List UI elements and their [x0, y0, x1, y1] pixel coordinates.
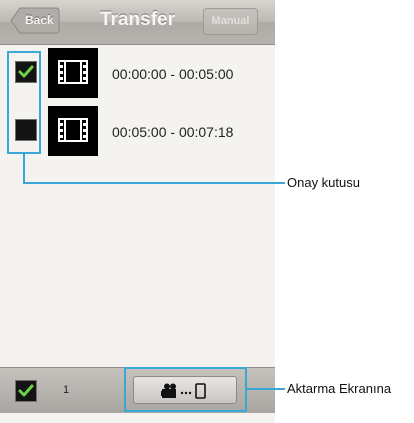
time-range: 00:00:00 - 00:05:00: [112, 66, 234, 82]
select-all-checkbox[interactable]: [15, 380, 37, 402]
phone-screen: Back Transfer Manual 00:00:00 - 00:05:00…: [0, 0, 275, 423]
page-title: Transfer: [100, 9, 175, 30]
transfer-callout-frame: [124, 367, 247, 412]
film-icon: [58, 118, 88, 142]
back-button-label: Back: [25, 13, 54, 27]
list-item[interactable]: 00:05:00 - 00:07:18: [0, 106, 275, 156]
manual-button[interactable]: Manual: [203, 8, 258, 35]
checkbox-callout-frame: [7, 51, 41, 154]
video-thumbnail: [48, 106, 98, 156]
film-icon: [58, 60, 88, 84]
time-range: 00:05:00 - 00:07:18: [112, 124, 234, 140]
transfer-callout-line: [246, 388, 285, 390]
list-item[interactable]: 00:00:00 - 00:05:00: [0, 48, 275, 98]
checkbox-callout-line: [23, 153, 25, 184]
transfer-annotation: Aktarma Ekranına: [287, 381, 392, 396]
selected-count: 1: [63, 384, 70, 396]
checkbox-callout-line: [23, 182, 285, 184]
back-button[interactable]: Back: [10, 7, 60, 34]
navigation-bar: Back Transfer Manual: [0, 0, 275, 45]
video-thumbnail: [48, 48, 98, 98]
checkbox-annotation: Onay kutusu: [287, 175, 360, 190]
checkmark-icon: [18, 384, 34, 397]
